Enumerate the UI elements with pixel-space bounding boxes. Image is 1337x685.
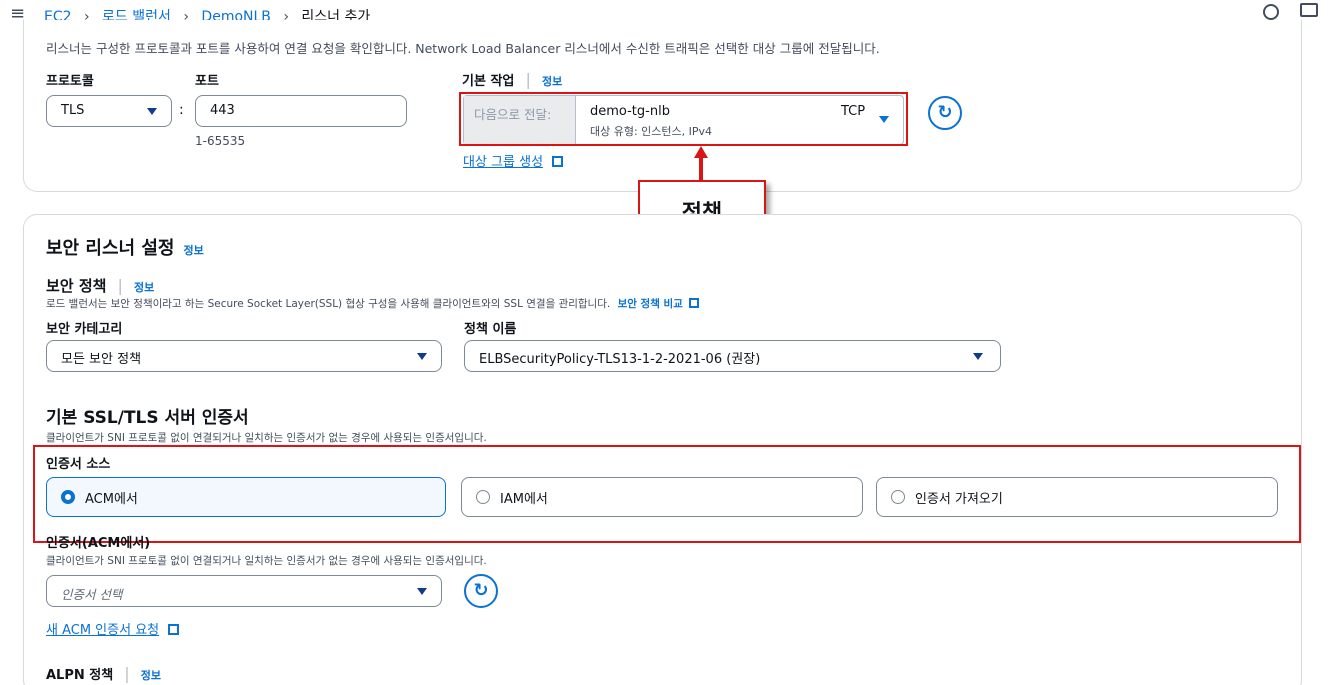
info-link[interactable]: 정보 [542, 75, 562, 88]
new-acm-request-label: 새 ACM 인증서 요청 [46, 623, 160, 638]
caret-down-icon [973, 353, 983, 360]
refresh-cert-button[interactable]: ↻ [464, 574, 498, 608]
create-target-group-label: 대상 그룹 생성 [463, 155, 544, 170]
refresh-button[interactable]: ↻ [928, 96, 962, 130]
cert-select[interactable]: 인증서 선택 [46, 575, 442, 607]
security-category-select[interactable]: 모든 보안 정책 [46, 340, 442, 372]
port-value: 443 [210, 103, 235, 118]
security-policy-description: 로드 밸런서는 보안 정책이라고 하는 Secure Socket Layer(… [46, 298, 611, 310]
protocol-select[interactable]: TLS [46, 95, 172, 127]
alpn-title: ALPN 정책 [46, 668, 114, 683]
port-label: 포트 [195, 74, 219, 89]
cert-acm-description: 클라이언트가 SNI 프로토콜 없이 연결되거나 일치하는 인증서가 없는 경우… [46, 555, 487, 567]
default-cert-description: 클라이언트가 SNI 프로토콜 없이 연결되거나 일치하는 인증서가 없는 경우… [46, 432, 487, 444]
listener-description: 리스너는 구성한 프로토콜과 포트를 사용하여 연결 요청을 확인합니다. Ne… [46, 41, 880, 56]
protocol-label: 프로토콜 [46, 74, 94, 89]
external-link-icon [168, 624, 180, 635]
refresh-icon: ↻ [473, 580, 489, 601]
policy-name-value: ELBSecurityPolicy-TLS13-1-2-2021-06 (권장) [479, 352, 761, 367]
feedback-icon[interactable] [1300, 3, 1318, 17]
secure-listener-title: 보안 리스너 설정 [46, 238, 175, 259]
cert-acm-label: 인증서(ACM에서) [46, 536, 151, 551]
annotation-arrow-shaft [699, 157, 703, 181]
secure-listener-heading: 보안 리스너 설정 정보 [46, 234, 204, 260]
caret-down-icon [417, 588, 427, 595]
policy-name-label: 정책 이름 [464, 322, 517, 337]
default-action-heading: 기본 작업 | 정보 [462, 70, 562, 89]
cert-select-placeholder: 인증서 선택 [61, 587, 123, 602]
info-link[interactable]: 정보 [184, 244, 204, 257]
refresh-icon: ↻ [937, 102, 953, 123]
port-input[interactable]: 443 [195, 95, 407, 127]
port-hint: 1-65535 [195, 134, 246, 148]
security-category-value: 모든 보안 정책 [61, 352, 142, 367]
security-category-label: 보안 카테고리 [46, 322, 123, 337]
security-policy-compare-link[interactable]: 보안 정책 비교 [618, 298, 683, 310]
default-action-label: 기본 작업 [462, 74, 515, 89]
colon-separator: : [179, 102, 184, 118]
divider: | [124, 664, 130, 683]
info-link[interactable]: 정보 [134, 281, 154, 294]
default-cert-title: 기본 SSL/TLS 서버 인증서 [46, 408, 249, 428]
divider: | [117, 276, 123, 295]
new-acm-request-link[interactable]: 새 ACM 인증서 요청 [46, 619, 180, 638]
security-policy-heading: 보안 정책 | 정보 [46, 275, 154, 296]
security-policy-description-row: 로드 밸런서는 보안 정책이라고 하는 Secure Socket Layer(… [46, 296, 700, 311]
highlight-box-cert-source [33, 445, 1301, 543]
create-target-group-link[interactable]: 대상 그룹 생성 [463, 151, 564, 170]
caret-down-icon [417, 353, 427, 360]
highlight-box-default-action [459, 92, 908, 146]
protocol-value: TLS [61, 103, 85, 118]
security-policy-title: 보안 정책 [46, 277, 107, 295]
policy-name-select[interactable]: ELBSecurityPolicy-TLS13-1-2-2021-06 (권장) [464, 340, 1001, 372]
caret-down-icon [147, 108, 157, 115]
external-link-icon [689, 298, 700, 308]
external-link-icon [552, 156, 564, 167]
info-link[interactable]: 정보 [141, 669, 161, 682]
divider: | [525, 70, 531, 89]
settings-icon[interactable] [1263, 4, 1279, 20]
alpn-heading: ALPN 정책 | 정보 [46, 664, 161, 683]
